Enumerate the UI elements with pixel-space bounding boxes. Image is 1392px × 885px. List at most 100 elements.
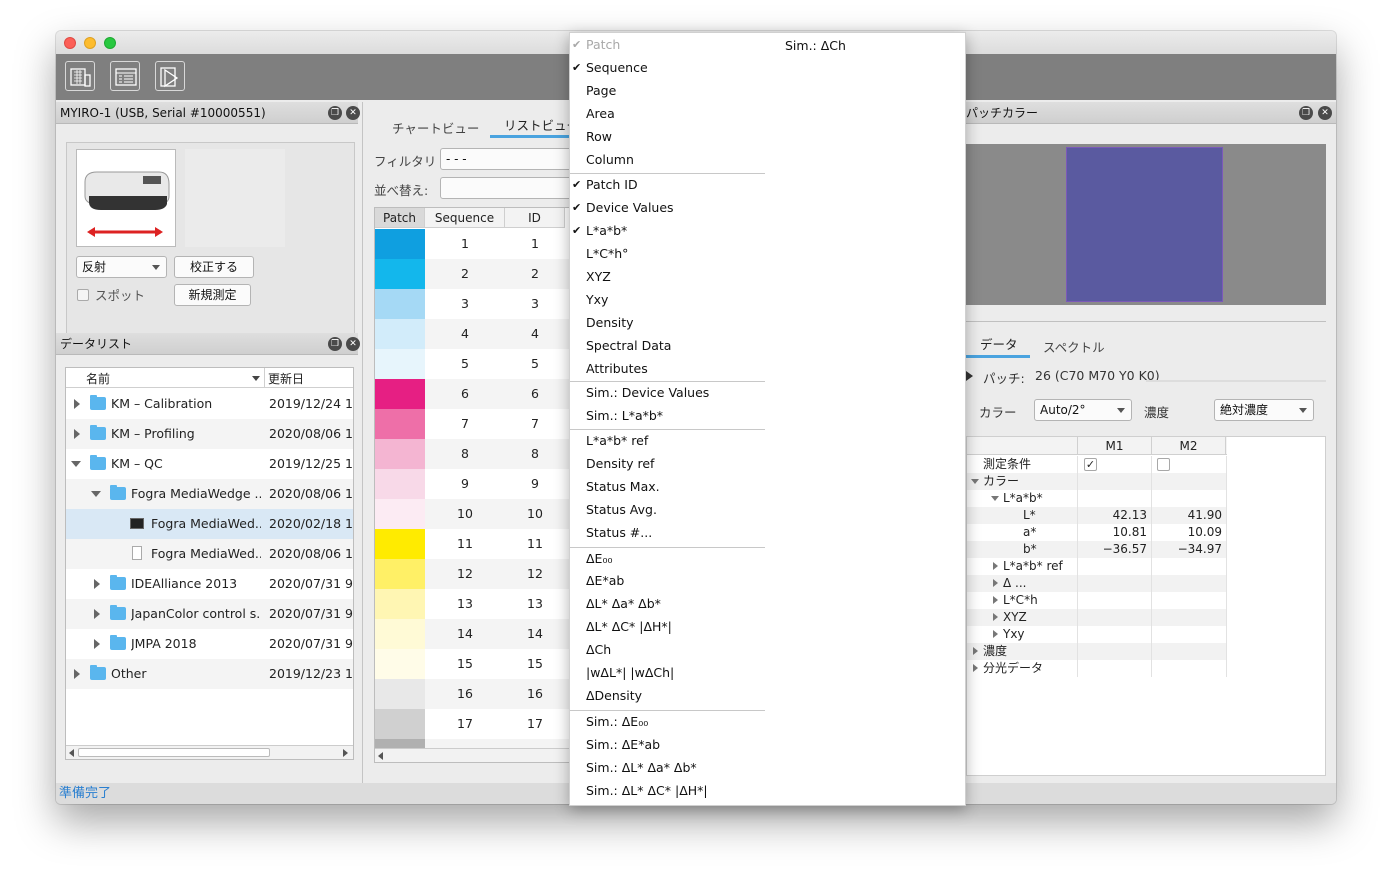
data-table-row[interactable]: 測定条件 ✓ bbox=[967, 456, 1227, 473]
expand-arrow-icon[interactable] bbox=[74, 669, 80, 679]
menu-item[interactable]: Yxy bbox=[586, 290, 608, 310]
menu-item[interactable]: XYZ bbox=[586, 267, 611, 287]
col-name-header[interactable]: 名前 bbox=[86, 370, 110, 387]
close-panel-icon[interactable]: ✕ bbox=[346, 337, 360, 351]
patch-list-row[interactable]: 15 15 bbox=[375, 649, 573, 679]
menu-item[interactable]: ΔL* Δa* Δb* bbox=[586, 594, 661, 614]
menu-item[interactable]: Device Values bbox=[586, 198, 674, 218]
tree-row[interactable]: KM – Profiling 2020/08/06 1 bbox=[66, 419, 353, 449]
tree-row[interactable]: Other 2019/12/23 1 bbox=[66, 659, 353, 689]
menu-item[interactable]: ΔL* ΔC* |ΔH*| bbox=[586, 617, 672, 637]
expand-arrow-icon[interactable] bbox=[993, 596, 998, 604]
new-measure-button[interactable]: 新規測定 bbox=[174, 284, 251, 306]
zoom-window-button[interactable] bbox=[104, 37, 116, 49]
horizontal-scrollbar[interactable] bbox=[66, 745, 353, 759]
scroll-left-icon[interactable] bbox=[378, 752, 383, 760]
patch-list-row[interactable]: 10 10 bbox=[375, 499, 573, 529]
tab-spectrum[interactable]: スペクトル bbox=[1043, 337, 1105, 356]
data-table-row[interactable]: L*a*b* bbox=[967, 490, 1227, 507]
restore-panel-icon[interactable]: ❐ bbox=[1299, 106, 1313, 120]
col-updated-header[interactable]: 更新日 bbox=[268, 370, 304, 387]
menu-item[interactable]: Sim.: L*a*b* bbox=[586, 406, 663, 426]
collapse-arrow-icon[interactable] bbox=[71, 461, 81, 467]
tree-row[interactable]: KM – QC 2019/12/25 1 bbox=[66, 449, 353, 479]
data-table-row[interactable]: L*C*h bbox=[967, 592, 1227, 609]
col-id-header[interactable]: ID bbox=[505, 208, 565, 228]
expand-arrow-icon[interactable] bbox=[74, 429, 80, 439]
patch-list-row[interactable]: 11 bbox=[375, 229, 573, 259]
filter-select[interactable]: - - - bbox=[440, 148, 580, 170]
patch-list-row[interactable]: 16 16 bbox=[375, 679, 573, 709]
tab-chart-view[interactable]: チャートビュー bbox=[392, 118, 479, 137]
expand-arrow-icon[interactable] bbox=[993, 562, 998, 570]
patch-list-row[interactable]: 17 17 bbox=[375, 709, 573, 739]
tree-row[interactable]: Fogra MediaWedge ... 2020/08/06 1 bbox=[66, 479, 353, 509]
data-table-row[interactable]: L* 42.13 41.90 bbox=[967, 507, 1227, 524]
data-table-row[interactable]: L*a*b* ref bbox=[967, 558, 1227, 575]
menu-item[interactable]: ΔDensity bbox=[586, 686, 642, 706]
expand-arrow-icon[interactable] bbox=[94, 609, 100, 619]
expand-arrow-icon[interactable] bbox=[973, 647, 978, 655]
tab-list-view[interactable]: リストビュー bbox=[504, 115, 579, 134]
menu-item[interactable]: Spectral Data bbox=[586, 336, 671, 356]
measure-tool-button[interactable] bbox=[155, 61, 185, 91]
density-mode-select[interactable]: 絶対濃度 bbox=[1214, 399, 1314, 421]
m2-condition-checkbox[interactable] bbox=[1157, 458, 1170, 471]
collapse-arrow-icon[interactable] bbox=[91, 491, 101, 497]
mode-select[interactable]: 反射 bbox=[76, 256, 167, 278]
close-window-button[interactable] bbox=[64, 37, 76, 49]
menu-item[interactable]: Page bbox=[586, 81, 616, 101]
menu-header-right[interactable]: Sim.: ΔCh bbox=[785, 36, 846, 56]
patch-list-row[interactable]: 44 bbox=[375, 319, 573, 349]
close-panel-icon[interactable]: ✕ bbox=[346, 106, 360, 120]
tree-row[interactable]: JapanColor control s... 2020/07/31 9 bbox=[66, 599, 353, 629]
scroll-thumb[interactable] bbox=[78, 748, 270, 757]
tree-row[interactable]: IDEAlliance 2013 2020/07/31 9 bbox=[66, 569, 353, 599]
menu-item[interactable]: Area bbox=[586, 104, 615, 124]
expand-arrow-icon[interactable] bbox=[993, 630, 998, 638]
list-horizontal-scrollbar[interactable] bbox=[375, 748, 573, 762]
patch-list-row[interactable]: 12 12 bbox=[375, 559, 573, 589]
expand-arrow-icon[interactable] bbox=[993, 613, 998, 621]
patch-list-row[interactable]: 13 13 bbox=[375, 589, 573, 619]
menu-item[interactable]: Row bbox=[586, 127, 612, 147]
collapse-arrow-icon[interactable] bbox=[971, 479, 979, 484]
patch-list-row[interactable]: 66 bbox=[375, 379, 573, 409]
color-mode-select[interactable]: Auto/2° bbox=[1034, 399, 1132, 421]
sort-input[interactable] bbox=[440, 177, 580, 199]
menu-item[interactable]: L*a*b* ref bbox=[586, 431, 648, 451]
data-table-row[interactable]: 濃度 bbox=[967, 643, 1227, 660]
minimize-window-button[interactable] bbox=[84, 37, 96, 49]
expand-arrow-icon[interactable] bbox=[94, 639, 100, 649]
expand-arrow-icon[interactable] bbox=[973, 664, 978, 672]
data-table-row[interactable]: XYZ bbox=[967, 609, 1227, 626]
data-table-row[interactable]: カラー bbox=[967, 473, 1227, 490]
tab-data[interactable]: データ bbox=[980, 334, 1018, 353]
restore-panel-icon[interactable]: ❐ bbox=[328, 106, 342, 120]
patch-list-row[interactable]: 88 bbox=[375, 439, 573, 469]
device-calibration-tool-button[interactable] bbox=[65, 61, 95, 91]
calibrate-button[interactable]: 校正する bbox=[174, 256, 254, 278]
menu-item[interactable]: Status Max. bbox=[586, 477, 660, 497]
menu-item[interactable]: Sim.: ΔE₀₀ bbox=[586, 712, 648, 732]
menu-item[interactable]: Sim.: ΔE*ab bbox=[586, 735, 660, 755]
tree-row[interactable]: Fogra MediaWed... 2020/08/06 1 bbox=[66, 539, 353, 569]
restore-panel-icon[interactable]: ❐ bbox=[328, 337, 342, 351]
data-table-row[interactable]: Δ ... bbox=[967, 575, 1227, 592]
spot-checkbox[interactable] bbox=[77, 289, 89, 301]
menu-item[interactable]: Sim.: ΔL* ΔC* |ΔH*| bbox=[586, 781, 708, 801]
patch-list-row[interactable]: 22 bbox=[375, 259, 573, 289]
patch-list-row[interactable]: 11 11 bbox=[375, 529, 573, 559]
scroll-left-icon[interactable] bbox=[69, 749, 74, 757]
menu-item[interactable]: Status #... bbox=[586, 523, 652, 543]
menu-item[interactable]: Sim.: Device Values bbox=[586, 383, 709, 403]
menu-item[interactable]: ΔE₀₀ bbox=[586, 549, 612, 569]
patch-list-row[interactable]: 33 bbox=[375, 289, 573, 319]
menu-item[interactable]: Attributes bbox=[586, 359, 648, 379]
menu-item[interactable]: Status Avg. bbox=[586, 500, 657, 520]
m1-condition-checkbox[interactable]: ✓ bbox=[1084, 458, 1097, 471]
col-m2-header[interactable]: M2 bbox=[1152, 437, 1226, 455]
patch-expand-icon[interactable] bbox=[966, 371, 973, 381]
menu-item[interactable]: Sim.: ΔL* Δa* Δb* bbox=[586, 758, 697, 778]
patch-list-row[interactable]: 99 bbox=[375, 469, 573, 499]
